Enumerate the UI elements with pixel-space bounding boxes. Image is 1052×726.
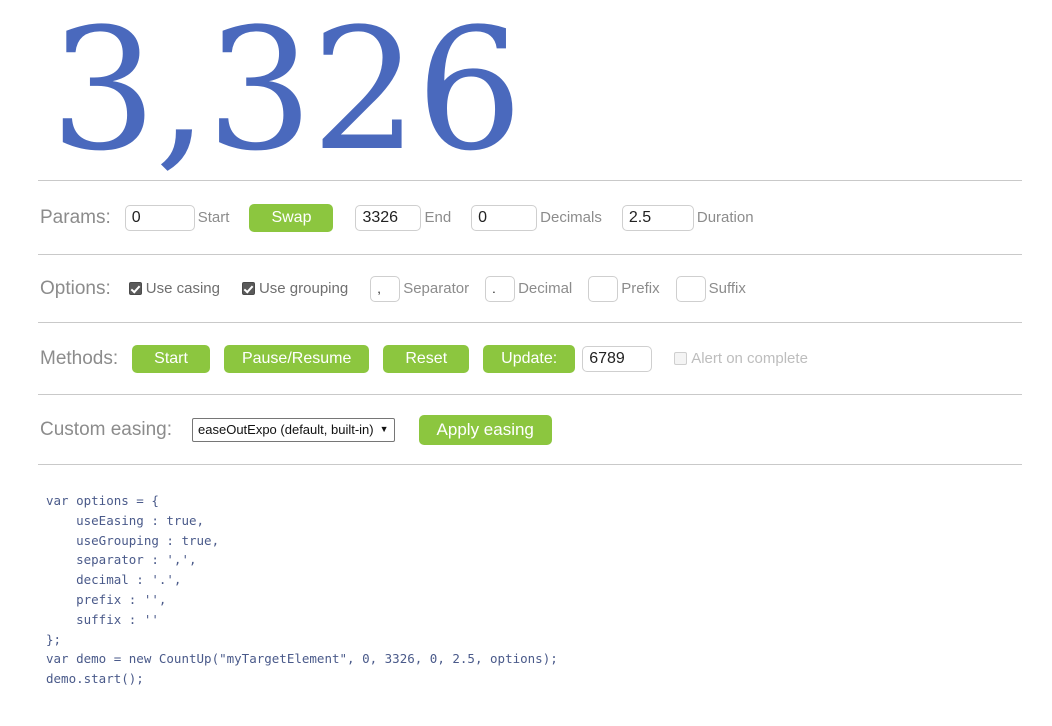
- duration-input[interactable]: [621, 204, 694, 231]
- code-sample: var options = { useEasing : true, useGro…: [46, 493, 558, 687]
- duration-label: Duration: [696, 209, 754, 226]
- countup-value: 3,326: [50, 0, 523, 188]
- decimals-label: Decimals: [540, 209, 602, 226]
- separator-label: Separator: [403, 280, 470, 297]
- params-row-label: Params:: [40, 206, 111, 228]
- options-row-label: Options:: [40, 277, 111, 299]
- chevron-down-icon: ▼: [379, 424, 389, 434]
- end-label: End: [424, 209, 452, 226]
- prefix-input[interactable]: [588, 275, 619, 302]
- use-easing-checkbox[interactable]: [128, 282, 142, 295]
- decimal-input[interactable]: [485, 275, 516, 302]
- methods-row-label: Methods:: [40, 347, 119, 369]
- alert-on-complete-group[interactable]: Alert on complete: [674, 350, 808, 367]
- suffix-input[interactable]: [675, 275, 706, 302]
- easing-select[interactable]: easeOutExpo (default, built-in) ▼: [192, 417, 395, 442]
- pause-resume-button[interactable]: Pause/Resume: [223, 344, 370, 373]
- apply-easing-button[interactable]: Apply easing: [418, 414, 552, 445]
- easing-select-value: easeOutExpo (default, built-in): [198, 421, 374, 437]
- use-grouping-checkbox[interactable]: [241, 282, 255, 295]
- swap-button[interactable]: Swap: [249, 203, 334, 232]
- start-label: Start: [197, 209, 230, 226]
- prefix-label: Prefix: [621, 280, 660, 297]
- end-input[interactable]: [355, 204, 422, 231]
- start-button[interactable]: Start: [132, 344, 210, 373]
- start-input[interactable]: [124, 204, 195, 231]
- custom-easing-row-label: Custom easing:: [40, 418, 173, 440]
- separator-input[interactable]: [370, 275, 401, 302]
- alert-on-complete-label: Alert on complete: [691, 350, 808, 367]
- alert-on-complete-checkbox[interactable]: [674, 352, 688, 365]
- page-root: 3,326 Params: Start Swap End Decimals Du…: [0, 0, 1052, 726]
- update-value-input[interactable]: [582, 345, 653, 372]
- reset-button[interactable]: Reset: [383, 344, 470, 373]
- update-button[interactable]: Update:: [483, 344, 576, 373]
- use-easing-label: Use casing: [145, 280, 220, 297]
- use-grouping-label: Use grouping: [258, 280, 349, 297]
- methods-row: Methods: Start Pause/Resume Reset Update…: [0, 323, 1052, 394]
- custom-easing-row: Custom easing: easeOutExpo (default, bui…: [0, 395, 1052, 464]
- decimals-input[interactable]: [471, 204, 538, 231]
- options-row: Options: Use casing Use grouping Separat…: [0, 255, 1052, 322]
- params-row: Params: Start Swap End Decimals Duration: [0, 181, 1052, 254]
- use-easing-group[interactable]: Use casing: [128, 280, 220, 297]
- use-grouping-group[interactable]: Use grouping: [241, 280, 349, 297]
- divider-above-code: [38, 464, 1022, 465]
- countup-display: 3,326: [0, 0, 1052, 180]
- suffix-label: Suffix: [708, 280, 746, 297]
- decimal-label: Decimal: [518, 280, 573, 297]
